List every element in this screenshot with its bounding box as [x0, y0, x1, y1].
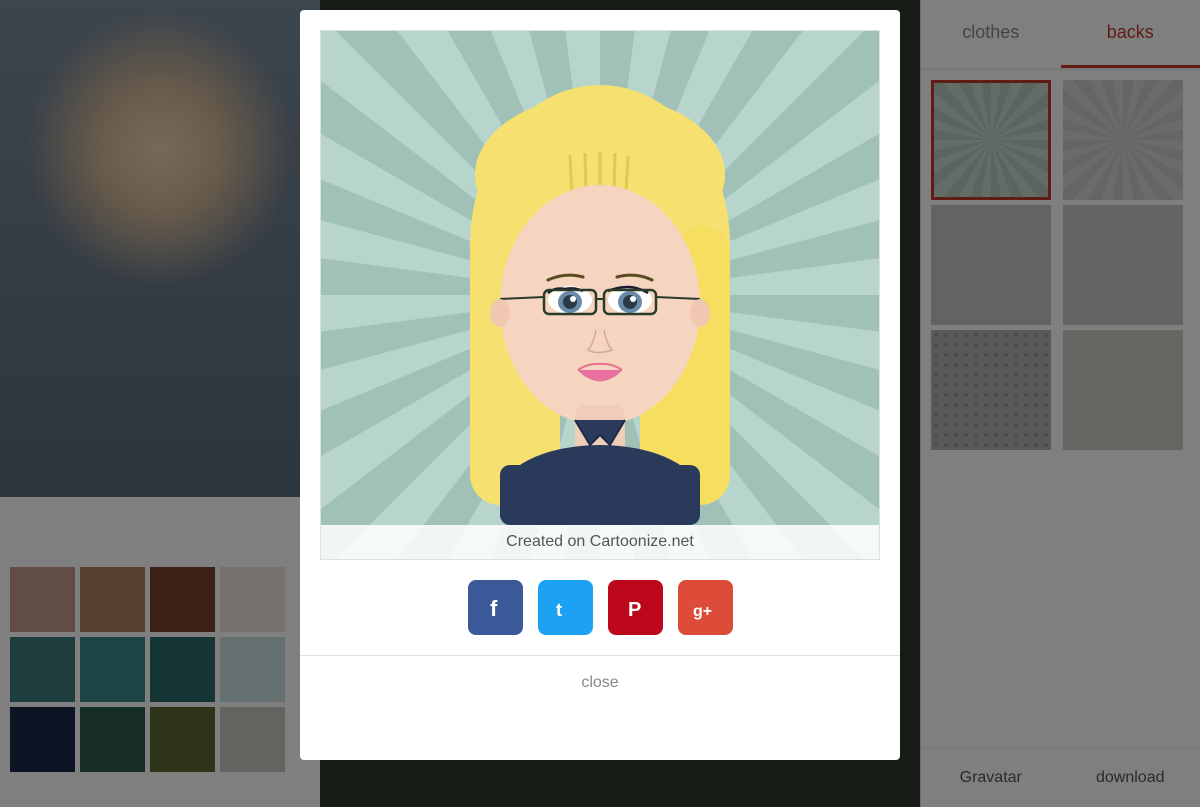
- pinterest-share-button[interactable]: P: [608, 580, 663, 635]
- social-share-buttons: f t P g+: [468, 580, 733, 635]
- svg-text:f: f: [490, 596, 498, 621]
- googleplus-share-button[interactable]: g+: [678, 580, 733, 635]
- watermark-text: Created on Cartoonize.net: [321, 525, 879, 559]
- share-modal: Created on Cartoonize.net f t P: [300, 10, 900, 760]
- facebook-share-button[interactable]: f: [468, 580, 523, 635]
- twitter-share-button[interactable]: t: [538, 580, 593, 635]
- close-button[interactable]: close: [300, 655, 900, 710]
- svg-text:P: P: [628, 599, 641, 621]
- modal-overlay: Created on Cartoonize.net f t P: [0, 0, 1200, 807]
- modal-avatar-image: Created on Cartoonize.net: [320, 30, 880, 560]
- svg-text:t: t: [556, 600, 562, 620]
- avatar-illustration: [321, 31, 879, 559]
- svg-text:g+: g+: [693, 603, 712, 620]
